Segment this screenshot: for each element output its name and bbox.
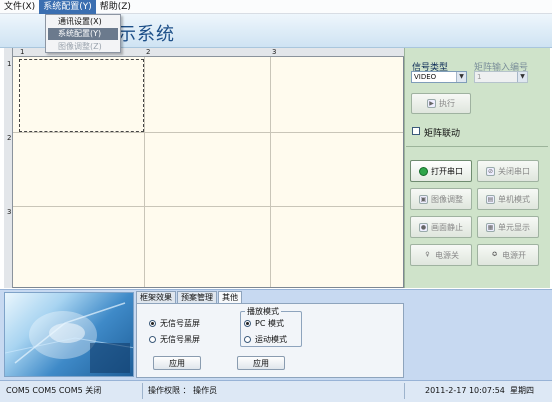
menu-bar: 文件(X) 系统配置(Y) 帮助(Z) — [0, 0, 552, 14]
app-title: 示系统 — [118, 24, 175, 45]
chevron-down-icon[interactable]: ▼ — [456, 72, 466, 82]
disconnect-icon: ⊘ — [486, 166, 495, 176]
grid-row-header — [4, 48, 13, 288]
column-label: 2 — [146, 48, 151, 56]
menu-help[interactable]: 帮助(Z) — [96, 0, 135, 14]
permission-status: 操作权限 ： 操作员 — [148, 386, 218, 395]
motion-mode-label: 运动模式 — [255, 335, 287, 344]
dropdown-item-image-adjust[interactable]: 图像调整(Z) — [46, 41, 120, 53]
pc-mode-label: PC 模式 — [255, 319, 284, 328]
grid-divider — [270, 57, 271, 287]
unit-display-label: 单元显示 — [498, 222, 530, 232]
power-off-button[interactable]: ♀ 电源关 — [410, 244, 472, 266]
datetime-status: 2011-2-17 10:07:54 — [425, 386, 505, 395]
open-port-button[interactable]: 打开串口 — [410, 160, 472, 182]
tab-frame-effect[interactable]: 框架效果 — [136, 291, 176, 303]
matrix-input-value: 1 — [477, 73, 482, 81]
apply-button-left[interactable]: 应用 — [153, 356, 201, 370]
chevron-down-icon[interactable]: ▼ — [517, 72, 527, 82]
power-off-icon: ♀ — [425, 250, 430, 258]
pc-mode-option[interactable]: PC 模式 — [244, 318, 284, 329]
matrix-input-select[interactable]: 1 ▼ — [474, 71, 528, 83]
motion-mode-option[interactable]: 运动模式 — [244, 334, 287, 345]
apply-button-right[interactable]: 应用 — [237, 356, 285, 370]
dropdown-item-comm-settings[interactable]: 通讯设置(X) — [46, 16, 120, 28]
selected-screen-cell[interactable] — [19, 59, 144, 132]
matrix-link-checkbox[interactable] — [412, 127, 420, 135]
port-status: COM5 COM5 COM5 关闭 — [6, 386, 102, 395]
grid-icon: ▦ — [486, 222, 495, 232]
menu-file[interactable]: 文件(X) — [0, 0, 39, 14]
matrix-link-label: 矩阵联动 — [424, 129, 461, 139]
radio-button[interactable] — [244, 320, 251, 327]
play-icon: ▶ — [427, 99, 436, 108]
image-adjust-label: 图像调整 — [431, 194, 463, 204]
close-port-button[interactable]: ⊘ 关闭串口 — [477, 160, 539, 182]
menu-system-config[interactable]: 系统配置(Y) — [39, 0, 96, 14]
grid-divider — [144, 57, 145, 287]
single-mode-icon: ▤ — [486, 194, 495, 204]
tab-preset-management[interactable]: 预案管理 — [177, 291, 217, 303]
banner-image — [4, 292, 134, 377]
grid-divider — [13, 132, 403, 133]
column-label: 3 — [272, 48, 277, 56]
row-label: 3 — [7, 208, 12, 216]
power-on-button[interactable]: ✪ 电源开 — [477, 244, 539, 266]
status-divider — [404, 383, 405, 399]
play-mode-title: 播放模式 — [245, 306, 281, 317]
system-config-dropdown: 通讯设置(X) 系统配置(Y) 图像调整(Z) — [45, 14, 121, 53]
grid-divider — [13, 206, 403, 207]
lock-icon: ● — [419, 222, 428, 232]
row-label: 1 — [7, 60, 12, 68]
no-signal-black-option[interactable]: 无信号黑屏 — [149, 334, 200, 345]
tab-strip: 框架效果 预案管理 其他 — [136, 291, 243, 304]
unit-display-button[interactable]: ▦ 单元显示 — [477, 216, 539, 238]
signal-type-value: VIDEO — [414, 73, 437, 81]
row-label: 2 — [7, 134, 12, 142]
single-mode-label: 单机模式 — [498, 194, 530, 204]
single-mode-button[interactable]: ▤ 单机模式 — [477, 188, 539, 210]
green-dot-icon — [419, 166, 428, 176]
execute-label: 执行 — [439, 99, 455, 108]
image-adjust-icon: ▣ — [419, 194, 428, 204]
no-signal-blue-option[interactable]: 无信号蓝屏 — [149, 318, 200, 329]
signal-type-select[interactable]: VIDEO ▼ — [411, 71, 467, 83]
power-on-icon: ✪ — [491, 250, 498, 258]
status-bar: COM5 COM5 COM5 关闭 操作权限 ： 操作员 2011-2-17 1… — [0, 380, 552, 402]
freeze-frame-button[interactable]: ● 画面静止 — [410, 216, 472, 238]
dropdown-item-system-config[interactable]: 系统配置(Y) — [48, 28, 118, 40]
status-divider — [142, 383, 143, 399]
no-signal-black-label: 无信号黑屏 — [160, 335, 200, 344]
radio-button[interactable] — [149, 336, 156, 343]
image-adjust-button[interactable]: ▣ 图像调整 — [410, 188, 472, 210]
power-off-label: 电源关 — [435, 250, 459, 260]
no-signal-blue-label: 无信号蓝屏 — [160, 319, 200, 328]
execute-button[interactable]: ▶ 执行 — [411, 93, 471, 114]
weekday-status: 星期四 — [510, 386, 534, 395]
panel-divider — [406, 146, 548, 147]
open-port-label: 打开串口 — [431, 166, 463, 176]
freeze-frame-label: 画面静止 — [431, 222, 463, 232]
close-port-label: 关闭串口 — [498, 166, 530, 176]
column-label: 1 — [20, 48, 25, 56]
radio-button[interactable] — [149, 320, 156, 327]
power-on-label: 电源开 — [502, 250, 526, 260]
radio-button[interactable] — [244, 336, 251, 343]
